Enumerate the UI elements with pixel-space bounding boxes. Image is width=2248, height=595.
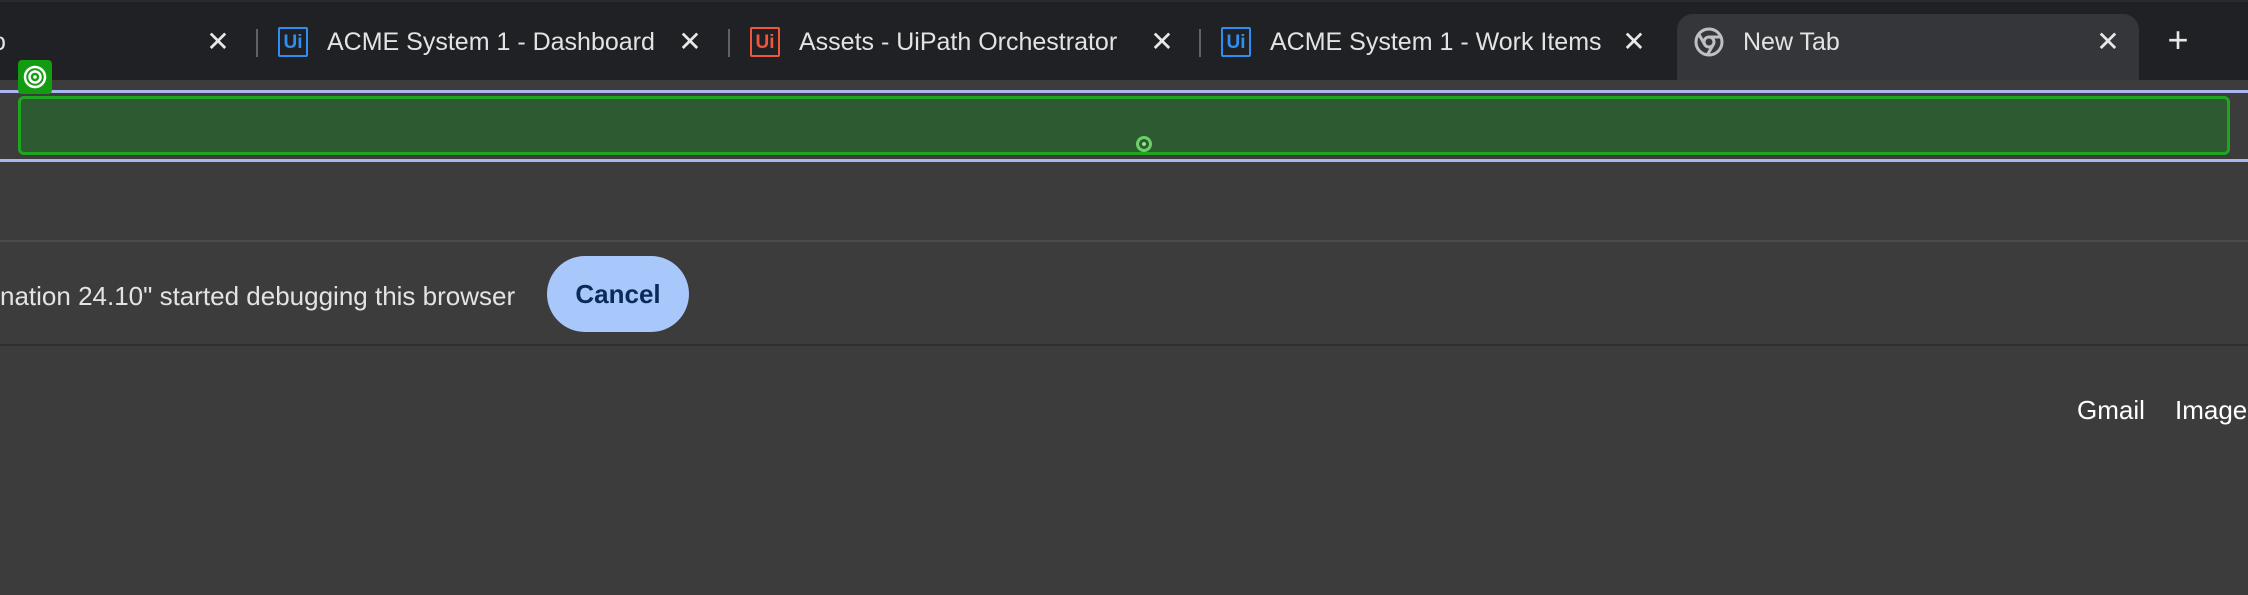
uipath-icon: Ui (1221, 27, 1251, 57)
browser-toolbar (0, 80, 2248, 240)
chrome-icon (1694, 27, 1724, 57)
uipath-icon: Ui (278, 27, 308, 57)
gmail-link[interactable]: Gmail (2077, 394, 2145, 426)
target-icon (18, 60, 52, 94)
tab-title: New Tab (1743, 28, 1840, 56)
target-point-icon (1136, 136, 1152, 152)
tab-title: o (0, 27, 6, 57)
tab-acme-work-items[interactable]: Ui ACME System 1 - Work Items ✕ (1197, 14, 1667, 82)
images-link[interactable]: Image (2175, 394, 2247, 426)
new-tab-page: Gmail Image (0, 346, 2248, 595)
close-icon[interactable]: ✕ (2091, 24, 2125, 58)
uipath-icon: Ui (750, 27, 780, 57)
infobar-message: nation 24.10" started debugging this bro… (0, 281, 516, 311)
cancel-button[interactable]: Cancel (547, 256, 689, 332)
tab-acme-dashboard[interactable]: Ui ACME System 1 - Dashboard ✕ (254, 14, 720, 82)
close-icon[interactable]: ✕ (673, 24, 707, 58)
address-bar-highlight[interactable] (18, 96, 2230, 155)
tab-new-tab[interactable]: New Tab ✕ (1677, 14, 2139, 82)
debugging-infobar: nation 24.10" started debugging this bro… (0, 242, 2248, 346)
new-tab-button[interactable]: + (2158, 19, 2198, 60)
tab-strip: o ✕ Ui ACME System 1 - Dashboard ✕ Ui As… (0, 0, 2248, 82)
tab-title: ACME System 1 - Dashboard (327, 28, 655, 56)
close-icon[interactable]: ✕ (1617, 24, 1651, 58)
tab-title: Assets - UiPath Orchestrator (799, 28, 1118, 56)
tab-assets-orchestrator[interactable]: Ui Assets - UiPath Orchestrator ✕ (726, 14, 1196, 82)
close-icon[interactable]: ✕ (201, 24, 235, 58)
tab-title: ACME System 1 - Work Items (1270, 28, 1602, 56)
close-icon[interactable]: ✕ (1145, 24, 1179, 58)
